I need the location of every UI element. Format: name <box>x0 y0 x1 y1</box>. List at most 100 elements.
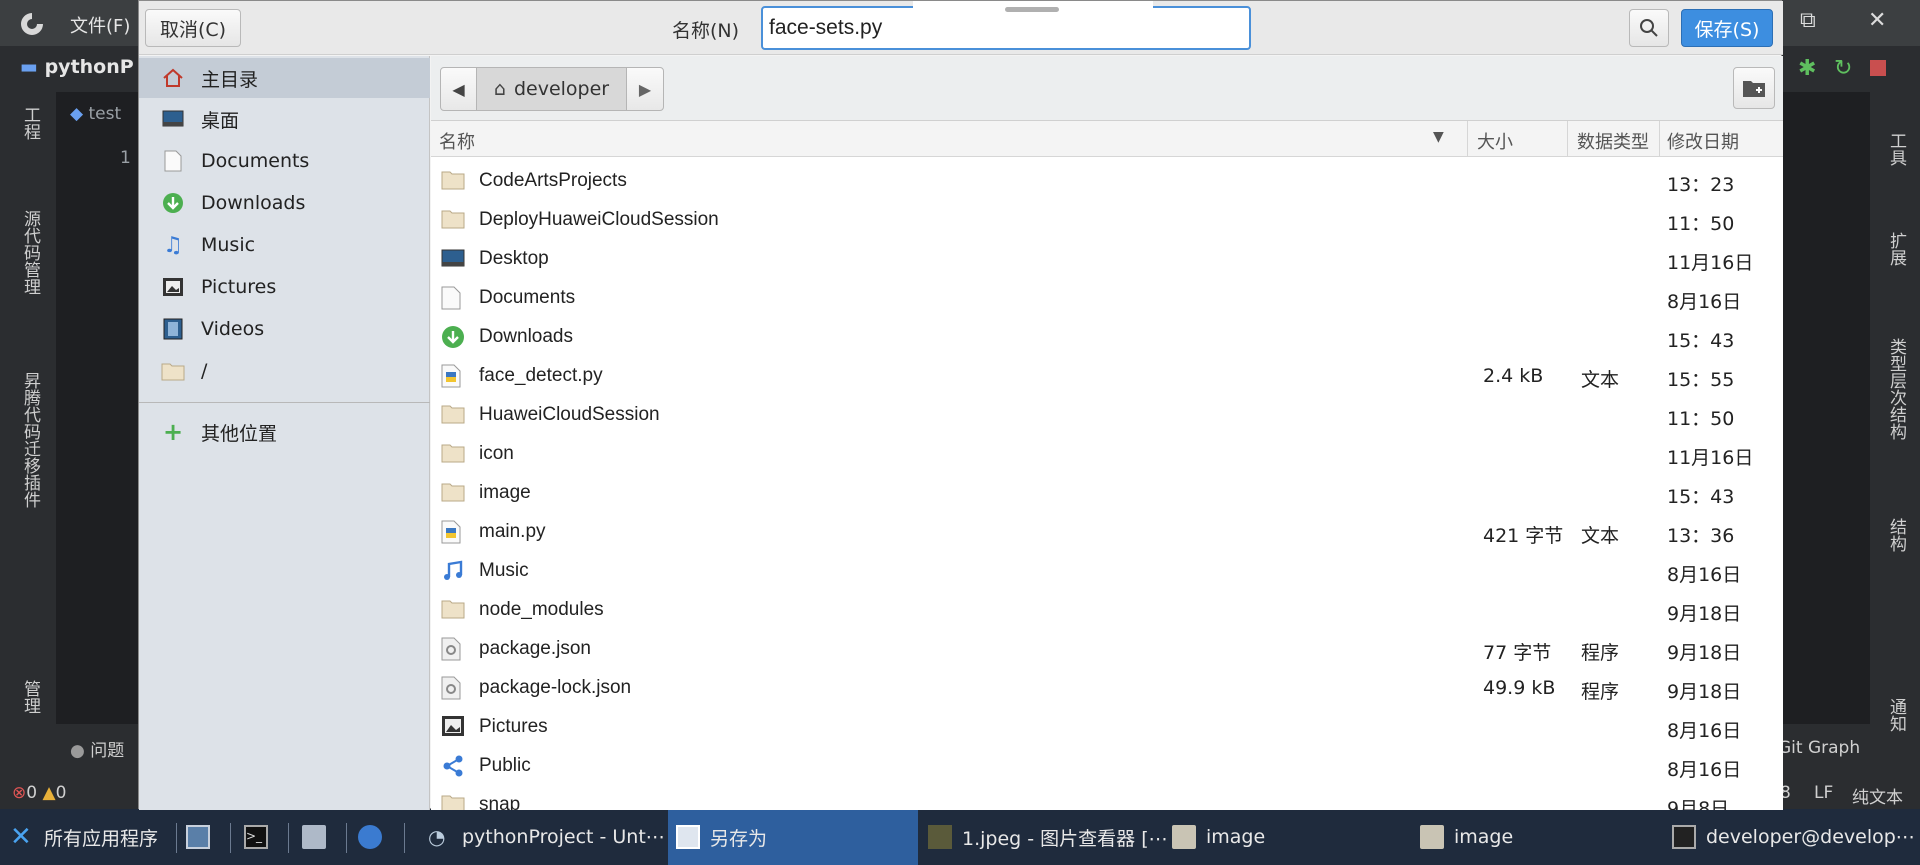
pictures-icon <box>161 275 185 299</box>
browser-launcher-icon[interactable] <box>358 809 392 865</box>
column-size[interactable]: 大小 <box>1477 128 1513 154</box>
ide-left-toolbar: 工程 源代码管理 昇腾代码迁移插件 管理 <box>0 92 56 782</box>
file-manager-launcher-icon[interactable] <box>302 809 336 865</box>
sidebar-item-music[interactable]: ♫ Music <box>139 225 430 265</box>
close-icon[interactable]: ✕ <box>1868 8 1886 33</box>
sidebar-item-downloads[interactable]: Downloads <box>139 183 430 223</box>
file-row[interactable]: Music 8月16日 <box>431 552 1783 591</box>
ide-project-name[interactable]: ▬ pythonP <box>20 56 134 78</box>
editor-tab[interactable]: ◆ test <box>70 104 121 124</box>
file-type: 文本 <box>1581 525 1620 547</box>
column-type[interactable]: 数据类型 <box>1577 128 1649 154</box>
file-row[interactable]: Downloads 15：43 <box>431 318 1783 357</box>
file-row[interactable]: node_modules 9月18日 <box>431 591 1783 630</box>
file-row[interactable]: CodeArtsProjects 13：23 <box>431 162 1783 201</box>
chevron-right-icon: ▶ <box>638 79 652 99</box>
plus-icon: + <box>162 418 184 446</box>
file-row[interactable]: main.py 421 字节 文本 13：36 <box>431 513 1783 552</box>
right-tool-structure[interactable]: 结构 <box>1884 518 1909 552</box>
videos-icon <box>161 317 185 341</box>
file-modified: 8月16日 <box>1667 564 1742 586</box>
new-folder-button[interactable] <box>1733 67 1775 109</box>
task-save-as[interactable]: 另存为 <box>668 809 918 865</box>
terminal-launcher-icon[interactable]: >_ <box>244 809 278 865</box>
show-desktop-icon[interactable] <box>186 809 220 865</box>
sidebar-divider <box>139 402 430 403</box>
search-icon <box>1640 19 1658 37</box>
ide-editor-area <box>56 92 138 724</box>
folder-icon <box>441 598 465 622</box>
file-row[interactable]: snap 9月8日 <box>431 786 1783 810</box>
file-row[interactable]: HuaweiCloudSession 11：50 <box>431 396 1783 435</box>
column-modified[interactable]: 修改日期 <box>1667 128 1739 154</box>
rerun-icon[interactable]: ↻ <box>1834 56 1852 81</box>
left-tool-manage[interactable]: 管理 <box>18 680 43 714</box>
right-tool-notifications[interactable]: 通知 <box>1884 698 1909 732</box>
right-tool-tools[interactable]: 工具 <box>1884 132 1909 166</box>
file-name: snap <box>479 794 521 810</box>
file-row[interactable]: image 15：43 <box>431 474 1783 513</box>
column-name[interactable]: 名称 <box>439 128 475 154</box>
save-button[interactable]: 保存(S) <box>1681 9 1773 47</box>
sidebar-item-desktop[interactable]: 桌面 <box>139 99 430 139</box>
file-row[interactable]: Public 8月16日 <box>431 747 1783 786</box>
status-file-type[interactable]: 纯文本 <box>1852 783 1903 808</box>
file-row[interactable]: Documents 8月16日 <box>431 279 1783 318</box>
save-as-dialog: 取消(C) 名称(N) 保存(S) 主目录 桌面 Documents Do <box>138 0 1783 810</box>
sidebar-item-pictures[interactable]: Pictures <box>139 267 430 307</box>
sidebar-item-root[interactable]: / <box>139 351 430 391</box>
file-name: Documents <box>479 287 576 308</box>
file-name: CodeArtsProjects <box>479 170 627 191</box>
task-image-folder-1[interactable]: image <box>1170 809 1416 865</box>
task-pythonproject[interactable]: ◔ pythonProject - Unt⋯ <box>420 809 668 865</box>
stop-icon[interactable] <box>1870 60 1886 76</box>
path-forward-button[interactable]: ▶ <box>627 68 663 110</box>
sidebar-item-home[interactable]: 主目录 <box>139 58 430 98</box>
sidebar-item-videos[interactable]: Videos <box>139 309 430 349</box>
file-row[interactable]: package-lock.json 49.9 kB 程序 9月18日 <box>431 669 1783 708</box>
file-name: Downloads <box>479 326 573 347</box>
task-image-viewer[interactable]: 1.jpeg - 图片查看器 [⋯ <box>920 809 1170 865</box>
left-tool-scm[interactable]: 源代码管理 <box>18 210 43 295</box>
folder-icon <box>441 481 465 505</box>
file-row[interactable]: icon 11月16日 <box>431 435 1783 474</box>
search-button[interactable] <box>1629 9 1669 47</box>
left-tool-project[interactable]: 工程 <box>18 106 43 140</box>
file-row[interactable]: Desktop 11月16日 <box>431 240 1783 279</box>
task-image-folder-2[interactable]: image <box>1420 809 1666 865</box>
sort-down-icon[interactable]: ▼ <box>1433 129 1444 145</box>
issues-tab[interactable]: ● 问题 <box>70 736 124 761</box>
debug-icon[interactable]: ✱ <box>1798 56 1816 81</box>
file-size: 2.4 kB <box>1483 365 1544 387</box>
file-row[interactable]: face_detect.py 2.4 kB 文本 15：55 <box>431 357 1783 396</box>
file-list-header: 名称 ▼ 大小 数据类型 修改日期 <box>431 121 1783 157</box>
file-name: main.py <box>479 521 546 542</box>
drag-handle[interactable] <box>913 1 1153 17</box>
file-name: package.json <box>479 638 591 659</box>
sidebar-item-other-locations[interactable]: + 其他位置 <box>139 412 430 452</box>
file-row[interactable]: DeployHuaweiCloudSession 11：50 <box>431 201 1783 240</box>
error-count[interactable]: ⊗0 ▲0 <box>12 783 66 803</box>
task-terminal[interactable]: developer@develop⋯ <box>1670 809 1916 865</box>
error-icon: ⊗ <box>12 783 27 803</box>
file-modified: 13：36 <box>1667 525 1735 547</box>
file-modified: 9月8日 <box>1667 798 1730 810</box>
ide-file-menu[interactable]: 文件(F) <box>70 12 130 38</box>
cancel-button[interactable]: 取消(C) <box>145 9 241 47</box>
right-tool-type-hierarchy[interactable]: 类型层次结构 <box>1884 338 1909 440</box>
left-tool-migration[interactable]: 昇腾代码迁移插件 <box>18 372 43 508</box>
share-icon <box>441 754 465 778</box>
chevron-left-icon: ◀ <box>452 79 465 99</box>
file-row[interactable]: Pictures 8月16日 <box>431 708 1783 747</box>
git-graph-tab[interactable]: Git Graph <box>1778 738 1860 758</box>
apps-x-icon: ✕ <box>10 822 32 852</box>
sidebar-item-documents[interactable]: Documents <box>139 141 430 181</box>
restore-icon[interactable]: ⧉ <box>1800 8 1816 33</box>
path-crumb-developer[interactable]: ⌂ developer <box>477 68 627 110</box>
file-row[interactable]: package.json 77 字节 程序 9月18日 <box>431 630 1783 669</box>
right-tool-extensions[interactable]: 扩展 <box>1884 232 1909 266</box>
status-line-ending[interactable]: LF <box>1814 783 1833 803</box>
path-back-button[interactable]: ◀ <box>441 68 477 110</box>
file-modified: 11：50 <box>1667 408 1735 430</box>
apps-menu-button[interactable]: ✕ 所有应用程序 <box>10 809 158 865</box>
